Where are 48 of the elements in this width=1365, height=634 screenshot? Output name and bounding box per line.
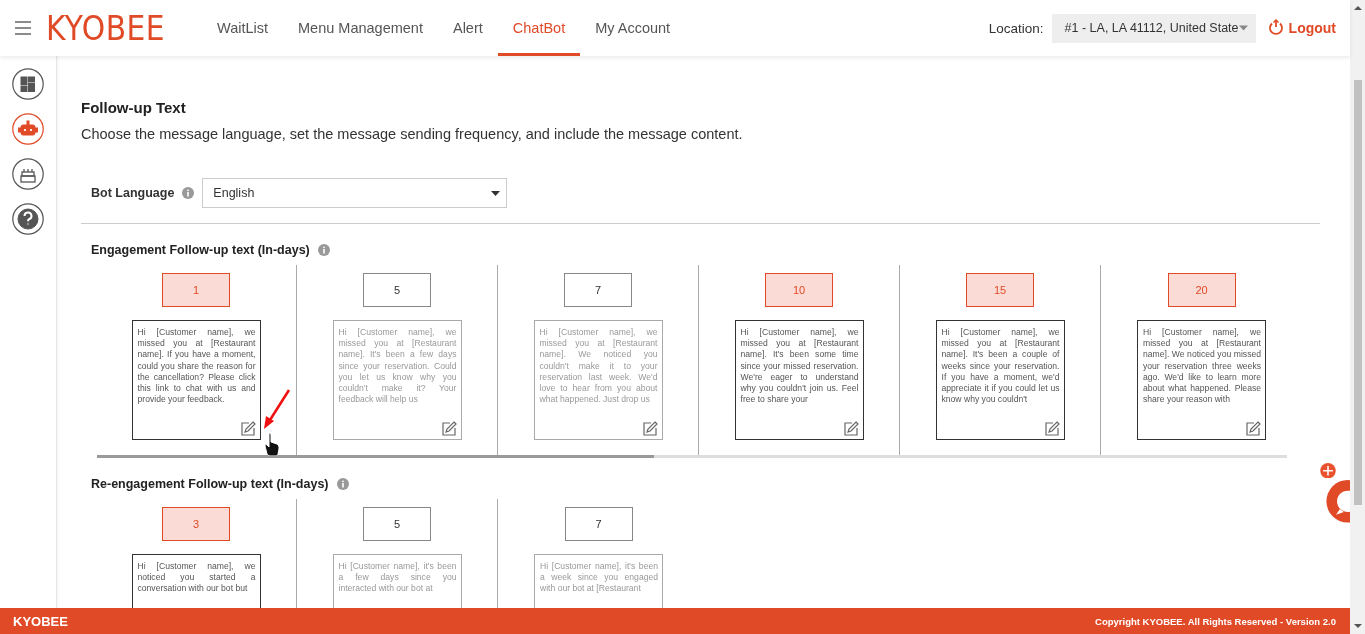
nav-tab[interactable]: My Account	[580, 0, 686, 56]
message-box[interactable]: Hi [Customer name], we missed you at [Restaurant name]. It's been a couple of weeks since your reservation. If you have a moment, we'd appreciate it if you could let us know why you couldn't	[935, 320, 1065, 440]
message-box[interactable]: Hi [Customer name], we missed you at [Restaurant name]. We noticed you missed your reservation three weeks ago. We'd like to learn more about what happened. Please share your reason with	[1137, 320, 1266, 440]
day-field[interactable]: 7	[564, 507, 633, 541]
edit-icon[interactable]	[842, 421, 859, 436]
caret-icon	[491, 190, 501, 196]
language-dropdown[interactable]: English	[202, 178, 508, 208]
help-icon[interactable]	[12, 203, 44, 235]
info-icon[interactable]	[317, 244, 330, 256]
horizontal-scrollbar[interactable]	[97, 455, 1287, 458]
logo[interactable]: KYOBEE	[46, 8, 163, 48]
nav-tab[interactable]: Alert	[437, 0, 498, 56]
add-icon[interactable]	[1320, 463, 1336, 479]
dashboard-icon[interactable]	[12, 68, 44, 100]
edit-icon[interactable]	[239, 421, 256, 436]
nav-tab[interactable]: Menu Management	[283, 0, 438, 56]
location-dropdown[interactable]: #1 - LA, LA 41112, United State	[1051, 13, 1256, 43]
robot-icon[interactable]	[12, 113, 44, 145]
day-field[interactable]: 5	[363, 507, 431, 541]
cake-icon[interactable]	[12, 158, 44, 190]
footer-brand: KYOBEE	[13, 613, 68, 629]
edit-icon[interactable]	[440, 421, 457, 436]
section-title: Re-engagement Follow-up text (In-days)	[91, 477, 329, 491]
edit-icon[interactable]	[1043, 421, 1060, 436]
info-icon[interactable]	[182, 187, 195, 199]
edit-icon[interactable]	[641, 421, 658, 436]
power-icon	[1266, 19, 1285, 37]
scrollbar[interactable]	[1350, 0, 1365, 634]
copyright-text: Copyright KYOBEE. All Rights Reserved - Version 2.0	[1095, 615, 1336, 627]
annotation-arrow	[263, 388, 291, 430]
day-field[interactable]: 5	[363, 273, 431, 307]
page-title: Follow-up Text	[81, 99, 187, 116]
field-label: Bot Language	[91, 186, 175, 200]
nav-tab[interactable]: ChatBot	[497, 0, 581, 56]
day-field[interactable]: 7	[564, 273, 632, 307]
location-label: Location:	[988, 20, 1044, 36]
logout-button[interactable]: Logout	[1266, 19, 1336, 37]
menu-icon[interactable]	[15, 21, 31, 35]
chat-help-icon[interactable]	[1326, 480, 1350, 523]
nav-tab[interactable]: WaitList	[202, 0, 284, 56]
info-icon[interactable]	[336, 478, 349, 490]
page-description: Choose the message language, set the message sending frequency, and include the message content.	[81, 126, 744, 142]
caret-icon	[1238, 25, 1248, 31]
edit-icon[interactable]	[1245, 421, 1261, 436]
hand-cursor-icon	[264, 432, 280, 456]
message-box[interactable]: Hi [Customer name], we missed you at [Restaurant name]. It's been some time since your missed reservation. We're eager to understand why you couldn't join us. Feel free to share your	[734, 320, 864, 440]
section-title: Engagement Follow-up text (In-days)	[91, 243, 310, 257]
message-box[interactable]: Hi [Customer name], we missed you at [Restaurant name]. If you have a moment, could you share the reason for the cancellation? Please click this link to chat with us and provide your feedback.	[131, 320, 261, 440]
